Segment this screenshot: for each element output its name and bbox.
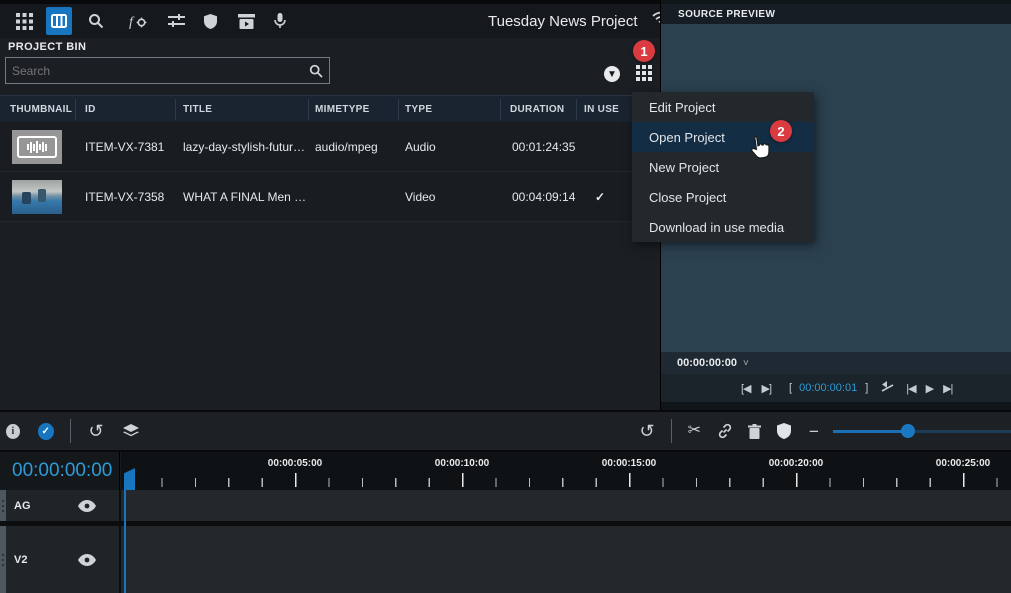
column-thumbnail[interactable]: THUMBNAIL [10,96,72,123]
menu-item-close-project[interactable]: Close Project [632,182,814,212]
cell-mimetype: audio/mpeg [315,122,378,172]
cell-id: ITEM-VX-7381 [85,122,164,172]
track-ag-header[interactable]: AG [0,490,121,521]
track-name: V2 [14,554,27,566]
column-title[interactable]: TITLE [183,96,212,123]
mark-out-button[interactable]: ] [865,382,867,394]
mark-in-button[interactable]: [ [789,382,791,394]
download-icon[interactable]: ▼ [604,66,620,82]
source-timecode[interactable]: 00:00:00:00 [677,357,737,369]
history-icon[interactable]: ↺ [640,422,655,440]
bin-table-header: THUMBNAIL ID TITLE MIMETYPE TYPE DURATIO… [0,95,660,122]
cell-title: lazy-day-stylish-futur… [183,122,305,172]
drag-handle-icon[interactable] [0,490,6,521]
cut-scissors-icon[interactable]: ✂ [688,423,701,439]
settings-sliders-icon[interactable] [164,9,188,33]
zoom-slider-fill [833,430,908,433]
cell-duration: 00:04:09:14 [512,172,575,222]
menu-item-download-in-use-media[interactable]: Download in use media [632,212,814,242]
search-field[interactable] [5,57,330,84]
menu-item-edit-project[interactable]: Edit Project [632,92,814,122]
transport-timecode[interactable]: 00:00:00:01 [799,382,857,394]
svg-text:f: f [129,15,135,29]
skip-to-end-button[interactable]: ▶| [943,382,952,395]
cell-title: WHAT A FINAL Men … [183,172,306,222]
delete-trash-icon[interactable] [748,424,761,439]
track-name: AG [14,500,31,512]
video-still-thumbnail[interactable] [12,180,62,214]
media-archive-icon[interactable] [234,9,258,33]
playhead-line [124,490,126,593]
chevron-down-icon[interactable]: ˅ [743,358,749,369]
column-mimetype[interactable]: MIMETYPE [315,96,370,123]
ruler-major-ticks [121,473,1011,487]
project-bin-title: PROJECT BIN [8,41,86,53]
cell-type: Audio [405,122,436,172]
info-icon[interactable]: i [6,424,20,439]
in-use-check-icon: ✓ [595,172,605,222]
table-row[interactable]: ITEM-VX-7381 lazy-day-stylish-futur… aud… [0,122,660,172]
source-timecode-row: 00:00:00:00 ˅ [661,352,1011,374]
column-type[interactable]: TYPE [405,96,432,123]
project-actions-grid-icon[interactable] [636,65,652,86]
menu-item-new-project[interactable]: New Project [632,152,814,182]
project-bin-panel [0,38,660,410]
column-in-use[interactable]: IN USE [584,96,619,123]
track-v2[interactable]: V2 [0,526,1011,593]
app-window: f Tuesday News Project PROJECT BIN [0,0,1011,593]
jump-to-in-button[interactable]: [◀ [741,382,751,395]
table-row[interactable]: ITEM-VX-7358 WHAT A FINAL Men … Video 00… [0,172,660,222]
jump-to-out-button[interactable]: ▶] [762,382,772,395]
search-icon[interactable] [84,9,108,33]
zoom-out-minus-icon[interactable]: − [809,423,819,440]
playhead-timecode[interactable]: 00:00:00:00 [12,460,112,482]
audio-waveform-thumbnail[interactable] [12,130,62,164]
drag-handle-icon[interactable] [0,526,6,593]
ruler-label: 00:00:10:00 [435,458,489,469]
ruler-label: 00:00:20:00 [769,458,823,469]
hand-cursor-icon [746,132,774,166]
loop-icon[interactable] [881,381,894,395]
column-duration[interactable]: DURATION [510,96,564,123]
cell-duration: 00:01:24:35 [512,122,575,172]
source-preview-title: SOURCE PREVIEW [678,9,775,20]
source-preview-header: SOURCE PREVIEW [661,4,1011,24]
play-button[interactable]: ▶ [926,382,933,395]
select-check-icon[interactable]: ✓ [38,423,54,440]
top-toolbar: f Tuesday News Project [0,4,660,38]
shield-icon[interactable] [198,9,222,33]
annotation-badge-1: 1 [633,40,655,62]
search-input[interactable] [6,64,309,78]
transport-controls: [◀ ▶] [ 00:00:00:01 ] |◀ ▶ ▶| [661,374,1011,402]
apps-grid-icon[interactable] [12,9,36,33]
track-ag[interactable]: AG [0,490,1011,521]
zoom-slider[interactable] [833,430,1011,433]
project-bin-icon[interactable] [46,7,72,35]
shield-marker-icon[interactable] [777,423,791,439]
project-title: Tuesday News Project [488,13,638,30]
visibility-eye-icon[interactable] [78,554,96,566]
visibility-eye-icon[interactable] [78,500,96,512]
effects-icon[interactable]: f [126,9,150,33]
search-field-icon[interactable] [309,64,323,78]
cell-id: ITEM-VX-7358 [85,172,164,222]
zoom-slider-thumb[interactable] [901,424,915,438]
timeline-ruler[interactable]: 00:00:05:00 00:00:10:00 00:00:15:00 00:0… [121,452,1011,490]
ruler-label: 00:00:15:00 [602,458,656,469]
skip-to-start-button[interactable]: |◀ [906,382,915,395]
project-context-menu: Edit Project Open Project New Project Cl… [632,92,814,242]
cell-type: Video [405,172,435,222]
layers-icon[interactable] [122,424,140,438]
timeline-toolbar: i ✓ ↺ ↺ ✂ − [0,412,1011,450]
annotation-badge-2: 2 [770,120,792,142]
ruler-label: 00:00:05:00 [268,458,322,469]
column-id[interactable]: ID [85,96,96,123]
ruler-label: 00:00:25:00 [936,458,990,469]
link-icon[interactable] [717,423,733,439]
track-v2-header[interactable]: V2 [0,526,121,593]
undo-icon[interactable]: ↺ [88,422,103,440]
microphone-icon[interactable] [268,9,292,33]
playhead-timecode-box: 00:00:00:00 [0,452,120,490]
